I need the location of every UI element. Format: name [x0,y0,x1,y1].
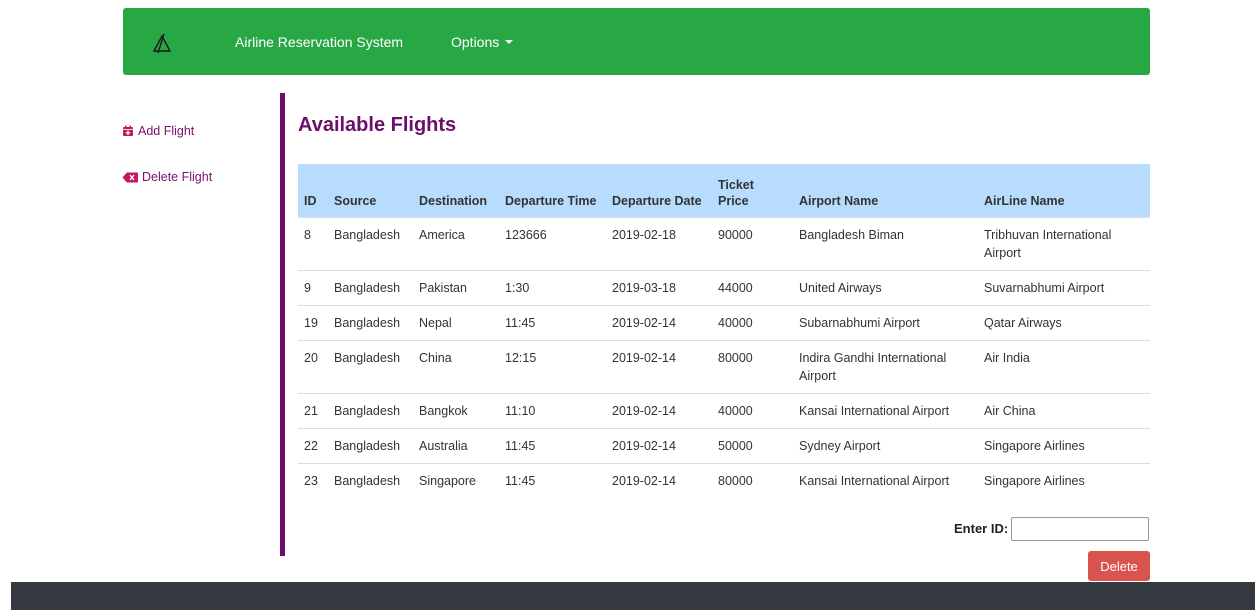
table-row: 22 Bangladesh Australia 11:45 2019-02-14… [298,427,1150,463]
table-row: 20 Bangladesh China 12:15 2019-02-14 800… [298,339,1150,393]
table-cell: 11:10 [499,392,606,428]
table-cell: Air India [978,339,1150,393]
table-cell: 2019-02-14 [606,462,712,498]
table-cell: 2019-02-14 [606,304,712,340]
table-cell: Bangladesh [328,427,413,463]
table-cell: Singapore [413,462,499,498]
caret-down-icon [505,40,514,44]
table-cell: Bangladesh [328,269,413,305]
table-cell: Australia [413,427,499,463]
table-cell: 90000 [712,216,793,270]
sidebar-item-label: Delete Flight [142,170,213,184]
table-header-row: ID Source Destination Departure Time Dep… [298,164,1150,217]
table-cell: 40000 [712,304,793,340]
backspace-icon [122,172,138,182]
table-cell: Bangladesh [328,216,413,270]
table-cell: 8 [298,216,328,270]
sidebar-item-delete-flight[interactable]: Delete Flight [122,170,212,184]
delete-button[interactable]: Delete [1088,551,1150,581]
table-row: 23 Bangladesh Singapore 11:45 2019-02-14… [298,462,1150,498]
column-header: Ticket Price [712,164,793,217]
sidebar-item-label: Add Flight [138,124,195,138]
table-row: 9 Bangladesh Pakistan 1:30 2019-03-18 44… [298,269,1150,305]
flight-id-input[interactable] [1011,517,1149,541]
table-cell: 2019-02-18 [606,216,712,270]
table-cell: Indira Gandhi International Airport [793,339,978,393]
page-title: Available Flights [298,114,457,136]
table-cell: Bangladesh [328,392,413,428]
column-header: AirLine Name [978,164,1150,217]
footer [11,582,1255,610]
table-cell: 11:45 [499,462,606,498]
table-cell: 44000 [712,269,793,305]
table-cell: Bangladesh [328,462,413,498]
table-cell: United Airways [793,269,978,305]
flights-table: ID Source Destination Departure Time Dep… [298,164,1150,498]
table-cell: 23 [298,462,328,498]
content-divider [280,93,285,556]
options-dropdown[interactable]: Options [451,34,514,50]
column-header: ID [298,164,328,217]
table-cell: 40000 [712,392,793,428]
table-row: 21 Bangladesh Bangkok 11:10 2019-02-14 4… [298,392,1150,428]
table-cell: 20 [298,339,328,393]
column-header: Airport Name [793,164,978,217]
table-cell: Subarnabhumi Airport [793,304,978,340]
brand-title[interactable]: Airline Reservation System [235,34,403,50]
options-label: Options [451,34,500,50]
table-cell: Kansai International Airport [793,392,978,428]
column-header: Departure Time [499,164,606,217]
table-cell: 50000 [712,427,793,463]
table-cell: 21 [298,392,328,428]
airline-logo-icon[interactable] [151,32,173,54]
table-cell: Air China [978,392,1150,428]
table-cell: Bangkok [413,392,499,428]
table-cell: 11:45 [499,304,606,340]
table-cell: 2019-03-18 [606,269,712,305]
table-cell: Pakistan [413,269,499,305]
table-cell: 11:45 [499,427,606,463]
table-cell: Bangladesh [328,339,413,393]
sidebar-item-add-flight[interactable]: Add Flight [122,124,194,138]
table-cell: Singapore Airlines [978,427,1150,463]
table-cell: 12:15 [499,339,606,393]
table-cell: Bangladesh Biman [793,216,978,270]
table-cell: 80000 [712,462,793,498]
table-cell: 2019-02-14 [606,427,712,463]
table-row: 19 Bangladesh Nepal 11:45 2019-02-14 400… [298,304,1150,340]
table-cell: 1:30 [499,269,606,305]
table-cell: 19 [298,304,328,340]
table-cell: 9 [298,269,328,305]
table-cell: 123666 [499,216,606,270]
table-cell: 2019-02-14 [606,392,712,428]
table-cell: Singapore Airlines [978,462,1150,498]
table-cell: Suvarnabhumi Airport [978,269,1150,305]
table-row: 8 Bangladesh America 123666 2019-02-18 9… [298,216,1150,270]
table-cell: America [413,216,499,270]
enter-id-label: Enter ID: [954,521,1009,536]
top-navbar: Airline Reservation System Options [123,8,1150,75]
table-cell: 80000 [712,339,793,393]
table-cell: Kansai International Airport [793,462,978,498]
calendar-plus-icon [123,125,133,136]
table-cell: Bangladesh [328,304,413,340]
column-header: Departure Date [606,164,712,217]
column-header: Destination [413,164,499,217]
table-cell: 22 [298,427,328,463]
table-cell: Sydney Airport [793,427,978,463]
table-cell: Qatar Airways [978,304,1150,340]
column-header: Source [328,164,413,217]
table-cell: 2019-02-14 [606,339,712,393]
table-cell: Tribhuvan International Airport [978,216,1150,270]
table-cell: China [413,339,499,393]
table-cell: Nepal [413,304,499,340]
